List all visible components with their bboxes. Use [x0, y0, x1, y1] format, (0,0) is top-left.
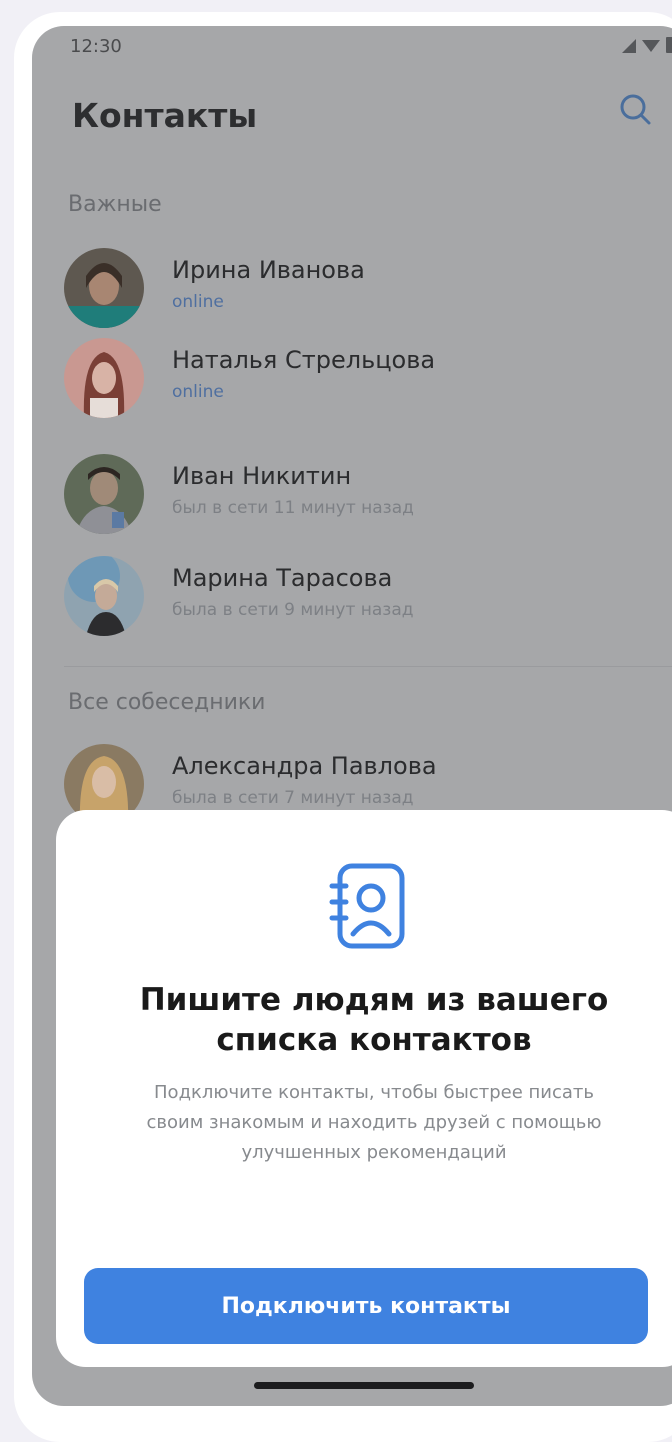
avatar — [64, 338, 144, 418]
contact-item[interactable]: Наталья Стрельцова online — [64, 338, 672, 438]
section-header-all: Все собеседники — [68, 690, 266, 715]
connect-contacts-button[interactable]: Подключить контакты — [84, 1268, 648, 1344]
status-bar: 12:30 — [32, 26, 672, 66]
section-header-important: Важные — [68, 192, 162, 217]
page-title: Контакты — [72, 96, 258, 135]
contact-status: online — [172, 292, 224, 312]
contact-name: Ирина Иванова — [172, 256, 365, 284]
phone-screen: 12:30 Контакты Важные Ирина Иванова onli… — [32, 26, 672, 1406]
contact-status: был в сети 11 минут назад — [172, 498, 414, 518]
status-icons — [622, 37, 672, 53]
sheet-description: Подключите контакты, чтобы быстрее писат… — [146, 1082, 602, 1163]
avatar — [64, 248, 144, 328]
home-indicator[interactable] — [254, 1382, 474, 1389]
contact-status: online — [172, 382, 224, 402]
contact-item[interactable]: Марина Тарасова была в сети 9 минут наза… — [64, 556, 672, 656]
contact-item[interactable]: Иван Никитин был в сети 11 минут назад — [64, 454, 672, 554]
address-book-icon — [329, 863, 405, 949]
signal-icon — [622, 39, 636, 53]
contact-status: была в сети 7 минут назад — [172, 788, 414, 808]
connect-contacts-sheet: Пишите людям из вашего списка контактов … — [56, 810, 672, 1367]
wifi-icon — [642, 40, 660, 52]
sheet-title: Пишите людям из вашего списка контактов — [139, 982, 609, 1058]
contact-status: была в сети 9 минут назад — [172, 600, 414, 620]
battery-icon — [666, 37, 672, 53]
contact-name: Александра Павлова — [172, 752, 437, 780]
contact-name: Иван Никитин — [172, 462, 352, 490]
search-button[interactable] — [616, 90, 656, 130]
divider — [64, 666, 672, 667]
search-icon — [620, 94, 651, 125]
contact-name: Наталья Стрельцова — [172, 346, 436, 374]
avatar — [64, 454, 144, 534]
contact-name: Марина Тарасова — [172, 564, 393, 592]
contact-item[interactable]: Ирина Иванова online — [64, 248, 672, 348]
avatar — [64, 556, 144, 636]
status-time: 12:30 — [70, 36, 122, 57]
